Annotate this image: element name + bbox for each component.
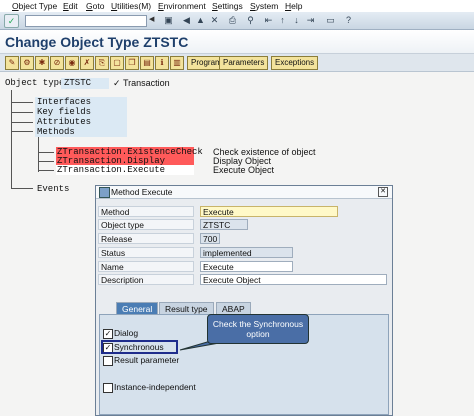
last-page-icon[interactable]: ⇥ <box>304 14 317 26</box>
dialog-checkbox-label: Dialog <box>114 328 139 338</box>
create-icon[interactable]: ▢ <box>110 56 124 70</box>
exceptions-button[interactable]: Exceptions <box>271 56 319 70</box>
exit-icon[interactable]: ▲ <box>194 14 207 26</box>
next-page-icon[interactable]: ↓ <box>290 14 303 26</box>
object-type-dlg-label: Object type <box>98 219 194 230</box>
tree-node-key-fields[interactable]: Key fields <box>37 107 91 117</box>
save-icon[interactable]: ▣ <box>162 14 175 26</box>
dialog-checkbox[interactable]: ✓ <box>103 329 113 339</box>
menu-object-type[interactable]: Object Type <box>12 0 57 12</box>
command-history-icon[interactable]: ◀ <box>149 14 158 26</box>
menu-system[interactable]: System <box>250 0 278 12</box>
instance-independent-label: Instance-independent <box>114 382 196 392</box>
result-parameter-label: Result parameter <box>114 355 180 365</box>
previous-page-icon[interactable]: ↑ <box>276 14 289 26</box>
close-icon[interactable]: ✕ <box>378 187 388 197</box>
standard-toolbar: ✓ ◀ ▣ ◀ ▲ ✕ ⎙ ⚲ ⇤ ↑ ↓ ⇥ ▭ ? <box>0 12 474 30</box>
menu-bar: Object Type Edit Goto Utilities(M) Envir… <box>0 0 474 12</box>
release-label: Release <box>98 233 194 244</box>
dialog-title: Method Execute <box>111 187 173 197</box>
menu-settings[interactable]: Settings <box>212 0 243 12</box>
tree-line-interfaces <box>11 102 33 103</box>
new-session-icon[interactable]: ▭ <box>324 14 337 26</box>
documentation-icon[interactable]: ▥ <box>170 56 184 70</box>
edit-pencil-icon[interactable]: ✎ <box>5 56 19 70</box>
result-parameter-checkbox[interactable] <box>103 356 113 366</box>
tree-line-vertical-main <box>11 90 12 188</box>
object-type-description: Transaction <box>123 78 170 88</box>
application-toolbar: ✎ ⚙ ✱ ⊘ ◉ ✗ ⎘ ▢ ❐ ▤ ℹ ▥ Program Paramete… <box>0 54 474 72</box>
dialog-title-bar: Method Execute ✕ <box>96 186 392 199</box>
delete-icon[interactable]: ▤ <box>140 56 154 70</box>
menu-help[interactable]: Help <box>285 0 302 12</box>
tab-abap[interactable]: ABAP <box>216 302 251 314</box>
instance-independent-checkbox[interactable] <box>103 383 113 393</box>
tree-node-interfaces[interactable]: Interfaces <box>37 97 91 107</box>
release-field: 700 <box>200 233 220 244</box>
copy-icon[interactable]: ❐ <box>125 56 139 70</box>
print-icon[interactable]: ⎙ <box>226 14 239 26</box>
settings-icon[interactable]: ✱ <box>35 56 49 70</box>
help-icon[interactable]: ? <box>342 14 355 26</box>
tree-line-key-fields <box>11 112 33 113</box>
menu-utilities[interactable]: Utilities(M) <box>111 0 151 12</box>
tree-node-methods[interactable]: Methods <box>37 127 75 137</box>
test-icon[interactable]: ⎘ <box>95 56 109 70</box>
name-field[interactable]: Execute <box>200 261 293 272</box>
info-icon[interactable]: ℹ <box>155 56 169 70</box>
tab-general[interactable]: General <box>116 302 159 314</box>
tree-line-method-3 <box>38 170 54 171</box>
title-bar: Change Object Type ZTSTC <box>0 30 474 54</box>
menu-environment[interactable]: Environment <box>158 0 206 12</box>
object-type-label: Object type <box>5 78 65 88</box>
method-field[interactable]: Execute <box>200 206 338 217</box>
generate-icon[interactable]: ◉ <box>65 56 79 70</box>
synchronous-highlight-box <box>101 340 178 354</box>
tree-node-events[interactable]: Events <box>37 184 69 194</box>
description-label: Description <box>98 274 194 285</box>
status-label: Status <box>98 247 194 258</box>
object-type-value: ZTSTC <box>64 78 92 88</box>
tree-line-vertical-methods <box>38 136 39 172</box>
first-page-icon[interactable]: ⇤ <box>262 14 275 26</box>
name-label: Name <box>98 261 194 272</box>
tab-result-type[interactable]: Result type <box>159 302 214 314</box>
status-field: implemented <box>200 247 293 258</box>
description-field[interactable]: Execute Object <box>200 274 387 285</box>
dialog-window-icon <box>99 187 110 198</box>
back-icon[interactable]: ◀ <box>180 14 193 26</box>
method-execute[interactable]: ZTransaction.Execute <box>57 165 165 175</box>
check-icon[interactable]: ⊘ <box>50 56 64 70</box>
command-field[interactable] <box>25 15 147 27</box>
menu-edit[interactable]: Edit <box>63 0 78 12</box>
tree-node-attributes[interactable]: Attributes <box>37 117 91 127</box>
object-type-dlg-field: ZTSTC <box>200 219 248 230</box>
parameters-button[interactable]: Parameters <box>219 56 269 70</box>
enter-icon[interactable]: ✓ <box>4 14 19 28</box>
checkmark-icon: ✓ <box>113 78 121 88</box>
activate-icon[interactable]: ✗ <box>80 56 94 70</box>
cancel-icon[interactable]: ✕ <box>208 14 221 26</box>
callout-note: Check the Synchronous option <box>207 314 309 344</box>
tree-line-method-1 <box>38 152 54 153</box>
method-execute-desc: Execute Object <box>213 165 275 175</box>
tree-line-events <box>11 188 33 189</box>
tree-line-methods <box>11 131 33 132</box>
method-label: Method <box>98 206 194 217</box>
find-icon[interactable]: ⚲ <box>244 14 257 26</box>
tree-line-method-2 <box>38 161 54 162</box>
tree-line-attributes <box>11 122 33 123</box>
display-change-icon[interactable]: ⚙ <box>20 56 34 70</box>
page-title: Change Object Type ZTSTC <box>5 34 189 50</box>
menu-goto[interactable]: Goto <box>86 0 104 12</box>
